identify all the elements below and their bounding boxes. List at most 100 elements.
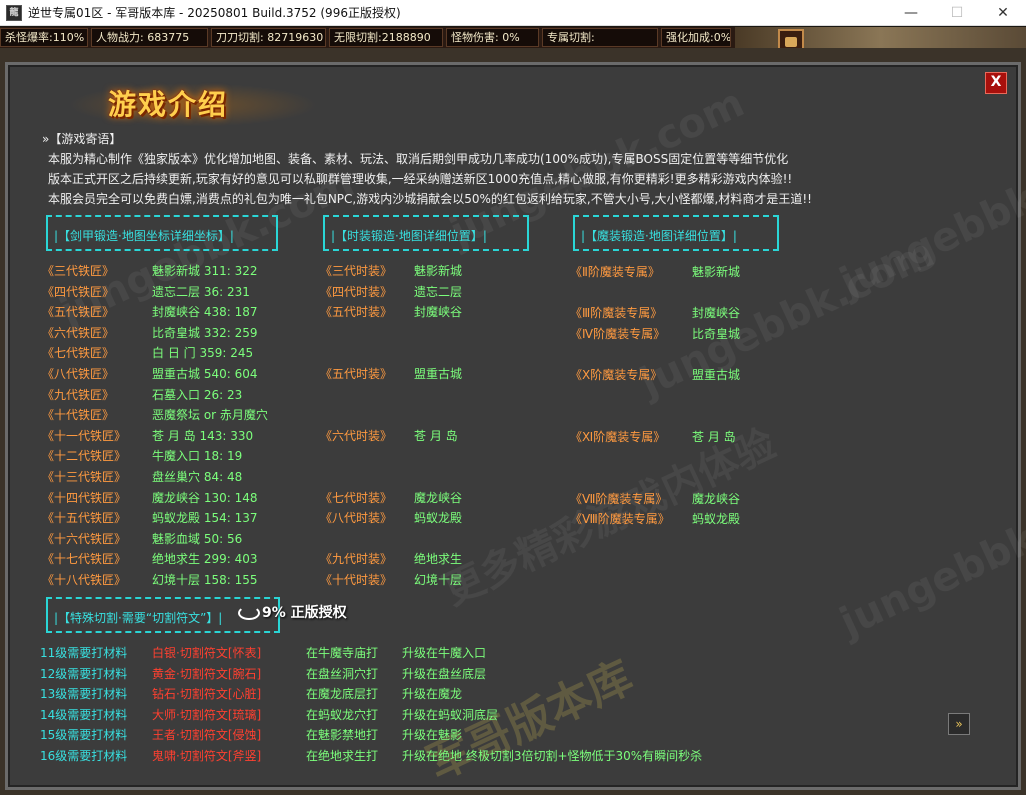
npc-fashion-location: 幻境十层 <box>414 573 463 587</box>
npc-armor-location: 石墓入口 26: 23 <box>152 387 243 402</box>
npc-armor-name[interactable]: 《十四代铁匠》 <box>42 490 126 506</box>
special-item: 黄金·切割符文[腕石] <box>152 666 262 681</box>
npc-magic-name[interactable]: 《Ⅺ阶魔装专属》 <box>570 429 665 445</box>
stat-enhance: 强化加成:0% <box>661 28 731 47</box>
npc-armor-name[interactable]: 《十八代铁匠》 <box>42 572 126 588</box>
special-item: 大师·切割符文[琉璃] <box>152 707 262 722</box>
special-where: 在魔龙底层打 <box>306 687 379 701</box>
npc-magic-name[interactable]: 《Ⅷ阶魔装专属》 <box>570 511 670 527</box>
header-magic: |【魔装锻造·地图详细位置】| <box>581 229 737 243</box>
npc-magic-location: 比奇皇城 <box>692 326 741 341</box>
npc-armor-location: 苍 月 岛 143: 330 <box>152 428 254 443</box>
header-armor: |【剑甲锻造·地图坐标详细坐标】| <box>54 229 234 243</box>
swirl-icon <box>238 606 260 620</box>
npc-armor-name[interactable]: 《四代铁匠》 <box>42 284 114 300</box>
npc-armor-location: 封魔峡谷 438: 187 <box>152 305 258 320</box>
close-window-button[interactable]: ✕ <box>980 0 1026 26</box>
dialog-title: 游戏介绍 <box>108 88 229 121</box>
npc-fashion-name[interactable]: 《六代时装》 <box>320 428 392 444</box>
npc-armor-name[interactable]: 《十六代铁匠》 <box>42 531 126 547</box>
watermark: jungebbk.com <box>833 469 1026 647</box>
header-special: |【特殊切割·需要“切割符文”】| <box>54 611 223 625</box>
npc-magic-name[interactable]: 《Ⅹ阶魔装专属》 <box>570 367 662 383</box>
npc-armor-location: 魅影新城 311: 322 <box>152 264 258 278</box>
minimize-button[interactable]: — <box>888 0 934 26</box>
npc-magic-location: 魅影新城 <box>692 265 741 279</box>
stat-cut: 刀刀切割: 82719630 <box>211 28 326 47</box>
window-title: 逆世专属01区 - 军哥版本库 - 20250801 Build.3752 (9… <box>28 6 401 20</box>
npc-fashion-name[interactable]: 《五代时装》 <box>320 304 392 320</box>
npc-fashion-location: 封魔峡谷 <box>414 305 463 320</box>
npc-armor-location: 比奇皇城 332: 259 <box>152 325 258 340</box>
npc-fashion-name[interactable]: 《五代时装》 <box>320 366 392 382</box>
stat-infinite-cut: 无限切割:2188890 <box>329 28 443 47</box>
npc-magic-location: 苍 月 岛 <box>692 429 736 444</box>
npc-armor-name[interactable]: 《三代铁匠》 <box>42 263 114 279</box>
npc-armor-name[interactable]: 《十七代铁匠》 <box>42 551 126 567</box>
npc-armor-name[interactable]: 《八代铁匠》 <box>42 366 114 382</box>
npc-fashion-name[interactable]: 《九代时装》 <box>320 551 392 567</box>
npc-magic-name[interactable]: 《Ⅶ阶魔装专属》 <box>570 491 667 507</box>
npc-armor-name[interactable]: 《十五代铁匠》 <box>42 510 126 526</box>
npc-fashion-name[interactable]: 《八代时装》 <box>320 510 392 526</box>
stats-bar: 杀怪爆率:110% 人物战力: 683775 刀刀切割: 82719630 无限… <box>0 27 1026 48</box>
app-icon: 龍 <box>6 4 22 21</box>
npc-fashion-name[interactable]: 《十代时装》 <box>320 572 392 588</box>
license-overlay: 9% 正版授权 <box>238 602 347 622</box>
game-intro-dialog: 游戏介绍 X jungebbk.com jungebbk.com jungebb… <box>5 62 1026 791</box>
watermark: jungebbk.com <box>833 129 1026 307</box>
npc-armor-location: 白 日 门 359: 245 <box>152 346 254 361</box>
npc-armor-name[interactable]: 《七代铁匠》 <box>42 345 114 361</box>
special-upgrade: 升级在魔龙 <box>402 687 463 701</box>
npc-fashion-location: 绝地求生 <box>414 552 463 567</box>
npc-armor-location: 幻境十层 158: 155 <box>152 573 258 587</box>
special-item: 王者·切割符文[侵蚀] <box>152 728 262 742</box>
npc-armor-name[interactable]: 《十二代铁匠》 <box>42 448 126 464</box>
npc-magic-location: 封魔峡谷 <box>692 306 741 321</box>
npc-armor-location: 盘丝巢穴 84: 48 <box>152 470 243 484</box>
npc-fashion-name[interactable]: 《七代时装》 <box>320 490 392 506</box>
maximize-button[interactable]: ☐ <box>934 0 980 26</box>
special-level: 14级需要打材料 <box>40 707 128 722</box>
special-where: 在蚂蚁龙穴打 <box>306 707 379 722</box>
header-box-armor: |【剑甲锻造·地图坐标详细坐标】| <box>46 215 278 251</box>
special-where: 在绝地求生打 <box>306 748 379 763</box>
special-level: 11级需要打材料 <box>40 646 128 660</box>
special-where: 在盘丝洞穴打 <box>306 666 379 681</box>
npc-fashion-name[interactable]: 《三代时装》 <box>320 263 392 279</box>
npc-armor-name[interactable]: 《五代铁匠》 <box>42 304 114 320</box>
special-upgrade: 升级在魅影 <box>402 728 463 742</box>
npc-magic-name[interactable]: 《Ⅱ阶魔装专属》 <box>570 264 660 280</box>
intro-line-2: 版本正式开区之后持续更新,玩家有好的意见可以私聊群管理收集,一经采纳赠送新区10… <box>48 172 793 186</box>
special-item: 白银·切割符文[怀表] <box>152 646 262 660</box>
npc-magic-location: 魔龙峡谷 <box>692 491 741 506</box>
special-level: 15级需要打材料 <box>40 728 128 742</box>
npc-armor-name[interactable]: 《十三代铁匠》 <box>42 469 126 485</box>
npc-armor-location: 遗忘二层 36: 231 <box>152 284 250 299</box>
npc-armor-name[interactable]: 《九代铁匠》 <box>42 387 114 403</box>
window-controls: — ☐ ✕ <box>888 0 1026 26</box>
window-titlebar: 龍 逆世专属01区 - 军哥版本库 - 20250801 Build.3752 … <box>0 0 1026 26</box>
special-level: 16级需要打材料 <box>40 748 128 763</box>
npc-magic-name[interactable]: 《Ⅲ阶魔装专属》 <box>570 305 662 321</box>
special-where: 在牛魔寺庙打 <box>306 646 379 660</box>
header-fashion: |【时装锻造·地图详细位置】| <box>331 229 487 243</box>
special-item: 鬼啸·切割符文[斧竖] <box>152 748 262 763</box>
special-upgrade: 升级在盘丝底层 <box>402 666 487 681</box>
npc-armor-name[interactable]: 《六代铁匠》 <box>42 325 114 341</box>
npc-magic-name[interactable]: 《Ⅳ阶魔装专属》 <box>570 326 665 342</box>
special-upgrade: 升级在绝地 终极切割3倍切割+怪物低于30%有瞬间秒杀 <box>402 748 703 763</box>
special-item: 钻石·切割符文[心脏] <box>152 687 262 701</box>
next-page-button[interactable]: » <box>948 713 970 735</box>
npc-fashion-name[interactable]: 《四代时装》 <box>320 284 392 300</box>
section-label: »【游戏寄语】 <box>42 132 122 146</box>
npc-armor-location: 恶魔祭坛 or 赤月魔穴 <box>152 408 268 423</box>
special-level: 13级需要打材料 <box>40 687 128 701</box>
npc-armor-name[interactable]: 《十代铁匠》 <box>42 407 114 423</box>
dialog-close-button[interactable]: X <box>985 72 1007 94</box>
npc-fashion-location: 盟重古城 <box>414 367 463 381</box>
npc-armor-location: 盟重古城 540: 604 <box>152 367 258 381</box>
npc-armor-name[interactable]: 《十一代铁匠》 <box>42 428 126 444</box>
watermark: jungebbk.com <box>633 229 942 407</box>
npc-fashion-location: 蚂蚁龙殿 <box>414 511 463 526</box>
